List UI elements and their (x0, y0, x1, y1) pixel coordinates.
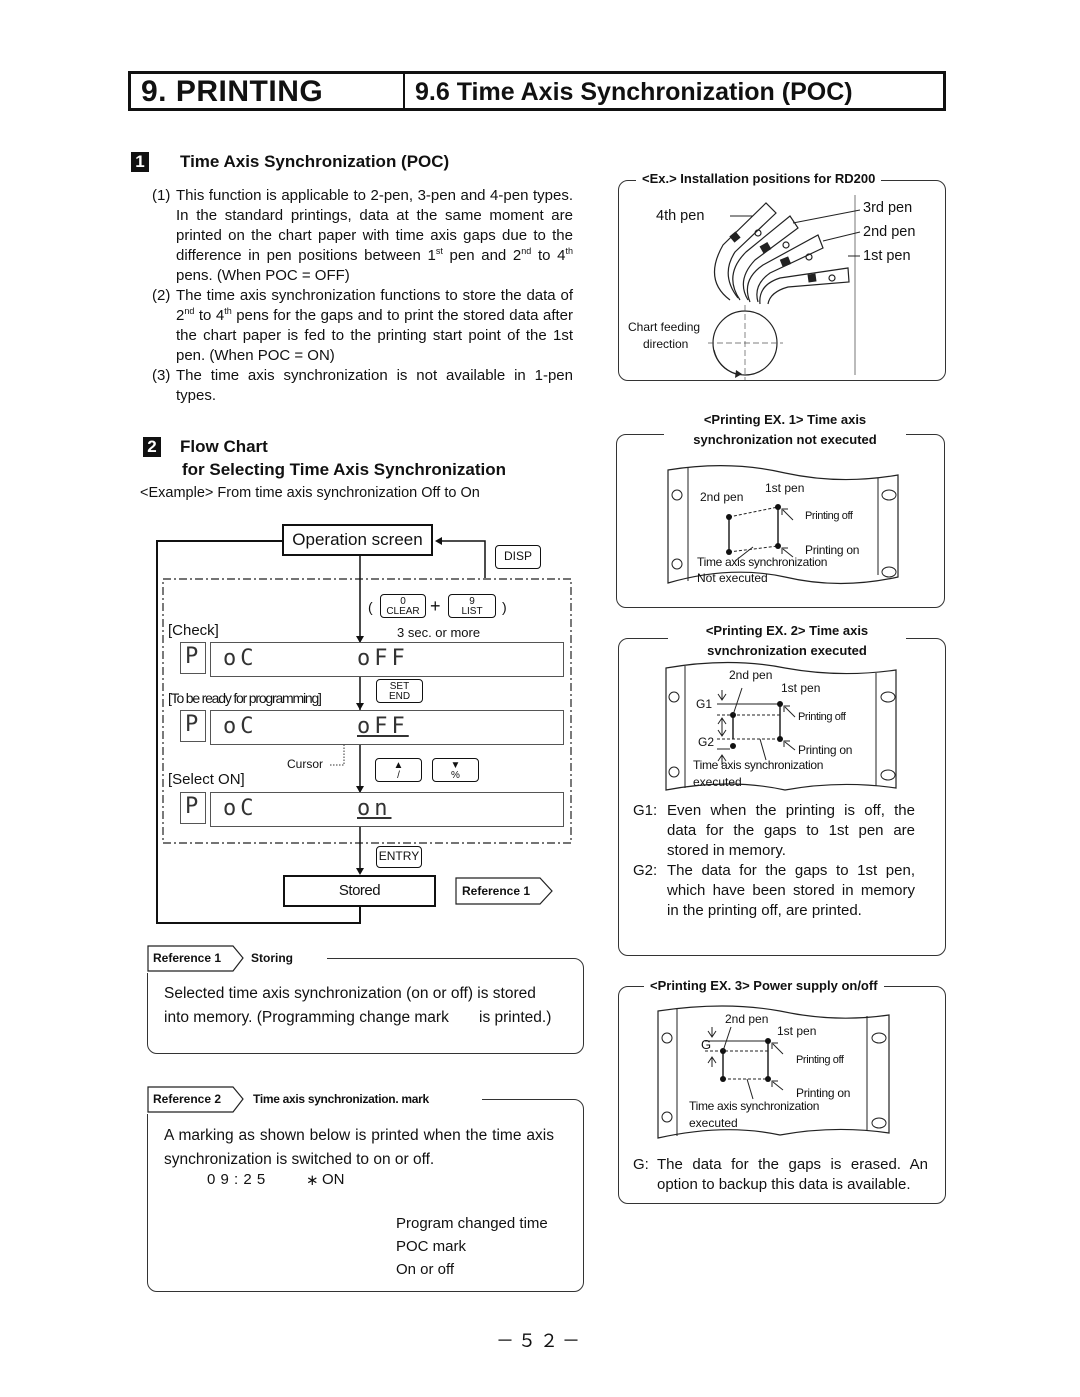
step-ready-label: [To be ready for programming] (168, 690, 322, 706)
ex2-g1-label: G1 (696, 697, 713, 711)
reference1-tag: Reference 1 (153, 951, 222, 965)
lcd-row1: oC oFF (210, 642, 564, 677)
ex1-printing-off: Printing off (805, 510, 853, 522)
reference2-title: Time axis synchronization. mark (253, 1092, 429, 1106)
cursor-label: Cursor (287, 757, 324, 771)
pen-label-4th: 4th pen (656, 208, 705, 224)
page-number: －５２－ (496, 1331, 584, 1351)
ex3-g-label: G (701, 1037, 712, 1052)
paren-close: ) (502, 599, 507, 615)
lcd-row2-left: P (180, 710, 206, 742)
plus-sign: + (430, 596, 441, 616)
list-key[interactable]: 9 LIST (448, 594, 496, 618)
pen-label-2nd: 2nd pen (863, 224, 916, 240)
up-key[interactable]: ▲ / (375, 758, 422, 782)
ex1-note-1: Time axis synchronization (697, 555, 828, 569)
ex3-note-2: executed (689, 1116, 738, 1130)
reference1-title: Storing (251, 951, 293, 965)
ex3-pen2-label: 2nd pen (725, 1012, 769, 1026)
entry-key[interactable]: ENTRY (376, 846, 422, 868)
ex3-printing-on: Printing on (796, 1086, 851, 1100)
printing-ex1-title: <Printing EX. 1> Time axis synchronizatio… (664, 410, 906, 450)
pen-label-3rd: 3rd pen (863, 200, 913, 216)
reference2-tag: Reference 2 (153, 1092, 222, 1106)
disp-key[interactable]: DISP (495, 545, 541, 569)
printing-ex3-title: <Printing EX. 3> Power supply on/off (644, 978, 884, 993)
ex3-note-1: Time axis synchronization (689, 1099, 820, 1113)
ex2-note-2: executed (693, 775, 742, 788)
installation-title: <Ex.> Installation positions for RD200 (636, 171, 882, 186)
ex2-printing-off: Printing off (798, 711, 846, 723)
ex1-note-2: Not executed (697, 571, 768, 583)
legend-poc-mark: POC mark (396, 1238, 467, 1255)
ex2-pen2-label: 2nd pen (729, 668, 773, 682)
reference2-text: A marking as shown below is printed when… (164, 1127, 554, 1168)
lcd-row3-left: P (180, 792, 206, 824)
printing-ex2-title: <Printing EX. 2> Time axis svnchronizatio… (668, 621, 906, 661)
clear-key[interactable]: 0 CLEAR (380, 594, 426, 618)
ex1-pen1-label: 1st pen (765, 481, 805, 495)
stored-box: Stored (283, 875, 436, 907)
legend-program-changed-time: Program changed time (396, 1215, 548, 1232)
ex3-pen1-label: 1st pen (777, 1024, 817, 1038)
ex2-note-1: Time axis synchronization (693, 758, 824, 772)
ex3-note-g: G: The data for the gaps is erased. An op… (633, 1156, 928, 1193)
paren-open: ( (368, 599, 373, 615)
set-end-key[interactable]: SET END (376, 679, 423, 703)
sample-state: ON (322, 1171, 345, 1188)
sample-time: 0 9 : 2 5 (207, 1171, 266, 1188)
reference1-link[interactable]: Reference 1 (462, 884, 530, 898)
feed-label-2: direction (643, 337, 689, 351)
legend-on-or-off: On or off (396, 1261, 455, 1278)
ex3-printing-off: Printing off (796, 1054, 844, 1066)
pen-label-1st: 1st pen (863, 248, 911, 264)
ex2-note-g2: G2: The data for the gaps to 1st pen, whi… (633, 862, 915, 919)
step-select-label: [Select ON] (168, 771, 245, 788)
feed-label-1: Chart feeding (628, 320, 701, 334)
step-check-label: [Check] (168, 622, 219, 639)
sample-poc-mark: ∗ (306, 1172, 319, 1189)
lcd-row2: oC oFF (210, 710, 564, 745)
ex2-printing-on: Printing on (798, 743, 853, 757)
down-key[interactable]: ▼ % (432, 758, 479, 782)
lcd-row3: oC on (210, 792, 564, 827)
ex2-note-g1: G1: Even when the printing is off, the da… (633, 802, 915, 859)
ex2-pen1-label: 1st pen (781, 681, 821, 695)
ex1-pen2-label: 2nd pen (700, 490, 744, 504)
hold-note: 3 sec. or more (397, 625, 481, 640)
operation-screen-box: Operation screen (282, 524, 433, 556)
lcd-row1-left: P (180, 642, 206, 674)
reference1-text: Selected time axis synchronization (on o… (164, 985, 552, 1026)
ex2-g2-label: G2 (698, 735, 715, 749)
